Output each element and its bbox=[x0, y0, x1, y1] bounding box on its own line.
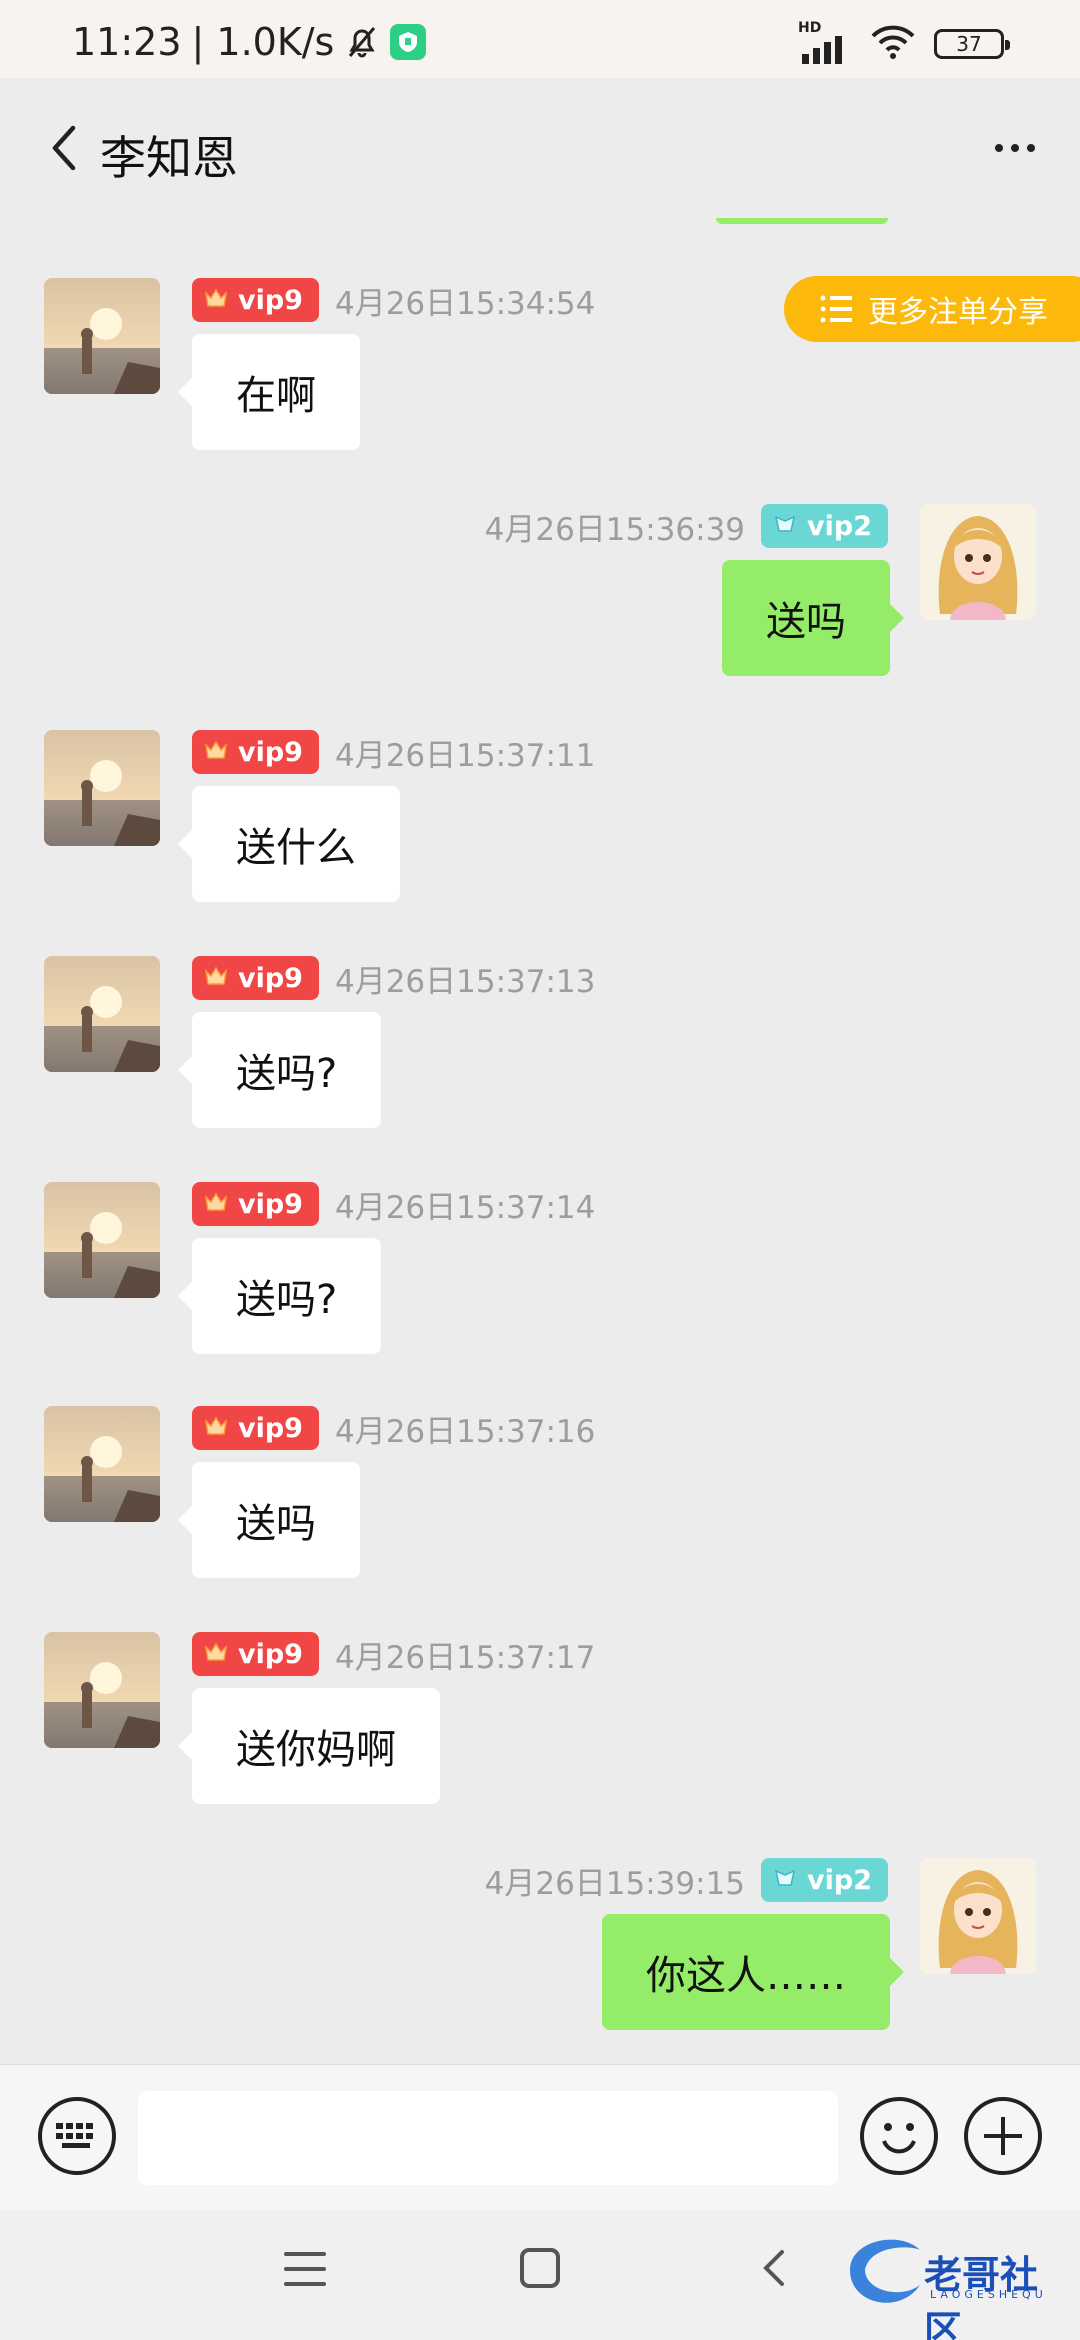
crown-icon bbox=[204, 1189, 228, 1220]
battery-icon: 37 bbox=[934, 29, 1010, 59]
watermark-subtitle: LAOGESHEQU bbox=[930, 2288, 1047, 2301]
message-row: vip2 4月26日15:39:15 你这人…… bbox=[0, 1858, 1080, 2058]
status-bar: 11:23 | 1.0K/s HD 37 bbox=[0, 0, 1080, 78]
message-input[interactable] bbox=[138, 2091, 838, 2185]
crown-icon bbox=[204, 1639, 228, 1670]
message-time: 4月26日15:37:14 bbox=[334, 1189, 596, 1226]
message-time: 4月26日15:39:15 bbox=[484, 1865, 746, 1902]
message-bubble[interactable]: 送吗 bbox=[178, 1462, 360, 1578]
avatar[interactable] bbox=[44, 278, 160, 394]
bell-off-icon bbox=[344, 24, 380, 60]
message-row: vip9 4月26日15:37:14 送吗? bbox=[0, 1182, 1080, 1382]
chat-title: 李知恩 bbox=[100, 131, 238, 185]
more-button[interactable] bbox=[980, 118, 1050, 178]
more-dots-icon bbox=[995, 144, 1003, 152]
vip-badge: vip9 bbox=[192, 730, 319, 774]
message-time: 4月26日15:37:13 bbox=[334, 963, 596, 1000]
avatar[interactable] bbox=[920, 504, 1036, 620]
plus-button[interactable] bbox=[964, 2097, 1042, 2175]
vip-badge: vip2 bbox=[761, 504, 888, 548]
home-button[interactable] bbox=[520, 2248, 560, 2288]
message-bubble[interactable]: 送吗? bbox=[177, 1012, 382, 1128]
message-bubble[interactable]: 在啊 bbox=[178, 334, 360, 450]
message-time: 4月26日15:37:17 bbox=[334, 1639, 596, 1676]
avatar[interactable] bbox=[44, 1406, 160, 1522]
vip-badge: vip2 bbox=[761, 1858, 888, 1902]
vip-badge: vip9 bbox=[192, 956, 319, 1000]
avatar[interactable] bbox=[920, 1858, 1036, 1974]
vip-badge: vip9 bbox=[192, 1182, 319, 1226]
message-row: vip9 4月26日15:37:17 送你妈啊 bbox=[0, 1632, 1080, 1832]
avatar[interactable] bbox=[44, 730, 160, 846]
back-arrow-icon bbox=[52, 125, 76, 171]
message-bubble[interactable]: 你这人…… bbox=[602, 1914, 904, 2030]
message-bubble[interactable]: 送什么 bbox=[178, 786, 400, 902]
back-button[interactable] bbox=[34, 118, 94, 178]
plus-icon bbox=[984, 2117, 1022, 2155]
message-time: 4月26日15:37:16 bbox=[334, 1413, 596, 1450]
message-row: vip2 4月26日15:36:39 送吗 bbox=[0, 504, 1080, 704]
status-time: 11:23 bbox=[72, 20, 182, 64]
message-row: vip9 4月26日15:37:13 送吗? bbox=[0, 956, 1080, 1156]
previous-message-bubble-edge bbox=[716, 218, 888, 224]
crown-icon bbox=[773, 1865, 797, 1896]
crown-icon bbox=[204, 963, 228, 994]
crown-icon bbox=[773, 511, 797, 542]
message-time: 4月26日15:36:39 bbox=[484, 511, 746, 548]
avatar[interactable] bbox=[44, 1182, 160, 1298]
message-row: vip9 4月26日15:37:11 送什么 bbox=[0, 730, 1080, 930]
battery-level: 37 bbox=[956, 32, 982, 56]
status-right: HD 37 bbox=[798, 20, 1010, 64]
crown-icon bbox=[204, 285, 228, 316]
back-icon bbox=[763, 2250, 784, 2286]
security-app-icon bbox=[390, 24, 427, 60]
share-bets-button[interactable]: 更多注单分享 bbox=[784, 276, 1080, 342]
crown-icon bbox=[204, 1413, 228, 1444]
crown-icon bbox=[204, 737, 228, 768]
chat-header: 李知恩 bbox=[0, 78, 1080, 218]
message-time: 4月26日15:37:11 bbox=[334, 737, 596, 774]
message-bubble[interactable]: 送吗? bbox=[177, 1238, 382, 1354]
share-label: 更多注单分享 bbox=[868, 295, 1048, 330]
system-nav-bar: 老哥社区 LAOGESHEQU bbox=[0, 2210, 1080, 2340]
signal-icon: HD bbox=[798, 20, 852, 64]
vip-badge: vip9 bbox=[192, 1406, 319, 1450]
watermark-logo: 老哥社区 LAOGESHEQU bbox=[840, 2230, 1070, 2340]
recent-apps-button[interactable] bbox=[284, 2248, 326, 2290]
keyboard-button[interactable] bbox=[38, 2097, 116, 2175]
message-row: vip9 4月26日15:37:16 送吗 bbox=[0, 1406, 1080, 1606]
message-bubble[interactable]: 送吗 bbox=[722, 560, 904, 676]
system-back-button[interactable] bbox=[752, 2246, 796, 2290]
emoji-icon bbox=[882, 2123, 916, 2154]
avatar[interactable] bbox=[44, 956, 160, 1072]
avatar[interactable] bbox=[44, 1632, 160, 1748]
wifi-icon bbox=[870, 24, 916, 64]
list-icon bbox=[820, 295, 852, 323]
status-left: 11:23 | 1.0K/s bbox=[72, 20, 427, 64]
network-type: HD bbox=[798, 20, 822, 36]
vip-badge: vip9 bbox=[192, 1632, 319, 1676]
message-bubble[interactable]: 送你妈啊 bbox=[178, 1688, 440, 1804]
keyboard-icon bbox=[56, 2123, 93, 2148]
message-time: 4月26日15:34:54 bbox=[334, 285, 596, 322]
input-bar bbox=[0, 2064, 1080, 2210]
status-speed: | 1.0K/s bbox=[191, 20, 335, 64]
vip-badge: vip9 bbox=[192, 278, 319, 322]
emoji-button[interactable] bbox=[860, 2097, 938, 2175]
